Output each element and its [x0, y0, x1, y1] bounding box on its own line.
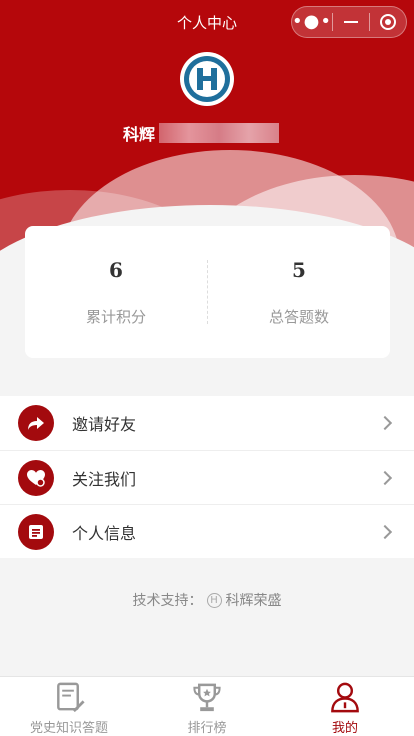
share-arrow-icon: [18, 405, 54, 441]
menu-item-profile-info[interactable]: 个人信息: [0, 504, 414, 558]
mini-program-capsule: •●•: [291, 6, 407, 38]
trophy-icon: [193, 683, 221, 712]
stat-label: 总答题数: [268, 307, 329, 326]
tab-quiz[interactable]: 党史知识答题: [0, 677, 138, 736]
quiz-icon: [57, 682, 85, 713]
stat-points: 6 累计积分: [25, 226, 207, 358]
chevron-right-icon: [377, 470, 393, 485]
menu-item-follow[interactable]: 关注我们: [0, 450, 414, 504]
menu-list: 邀请好友 关注我们 个人信息: [0, 396, 414, 558]
target-icon: [380, 14, 396, 30]
tab-label: 我的: [331, 721, 358, 736]
minus-icon: [343, 21, 358, 23]
more-dots-icon: •●•: [292, 11, 332, 32]
stat-value: 5: [292, 257, 306, 282]
stat-answers: 5 总答题数: [208, 226, 390, 358]
menu-item-label: 邀请好友: [72, 415, 137, 434]
footer-prefix: 技术支持：: [132, 593, 203, 609]
tab-label: 党史知识答题: [29, 721, 108, 736]
company-logo-icon: H: [206, 592, 222, 608]
menu-item-label: 个人信息: [72, 523, 137, 543]
avatar[interactable]: [180, 52, 234, 106]
logo-h-icon: [184, 56, 230, 102]
username-text: 科辉: [123, 125, 156, 144]
chevron-right-icon: [377, 524, 393, 539]
stat-label: 累计积分: [85, 307, 146, 326]
username: 科辉: [123, 121, 280, 145]
stat-value: 6: [109, 257, 123, 282]
minimize-button[interactable]: [333, 7, 369, 37]
document-icon: [18, 513, 54, 550]
more-button[interactable]: •●•: [292, 7, 332, 37]
menu-item-invite[interactable]: 邀请好友: [0, 396, 414, 450]
footer-company: 科辉荣盛: [225, 593, 282, 609]
chevron-right-icon: [377, 415, 393, 431]
user-icon: [331, 682, 359, 713]
tech-support-footer: 技术支持： H 科辉荣盛: [0, 590, 414, 610]
menu-item-label: 关注我们: [72, 469, 137, 489]
username-redaction: [159, 123, 280, 143]
tab-mine[interactable]: 我的: [276, 677, 414, 736]
tab-label: 排行榜: [187, 721, 227, 736]
stats-card: 6 累计积分 5 总答题数: [25, 226, 390, 358]
tab-ranking[interactable]: 排行榜: [138, 677, 276, 736]
bottom-tab-bar: 党史知识答题 排行榜 我的: [0, 676, 414, 736]
heart-icon: [18, 459, 54, 496]
close-button[interactable]: [370, 7, 406, 37]
